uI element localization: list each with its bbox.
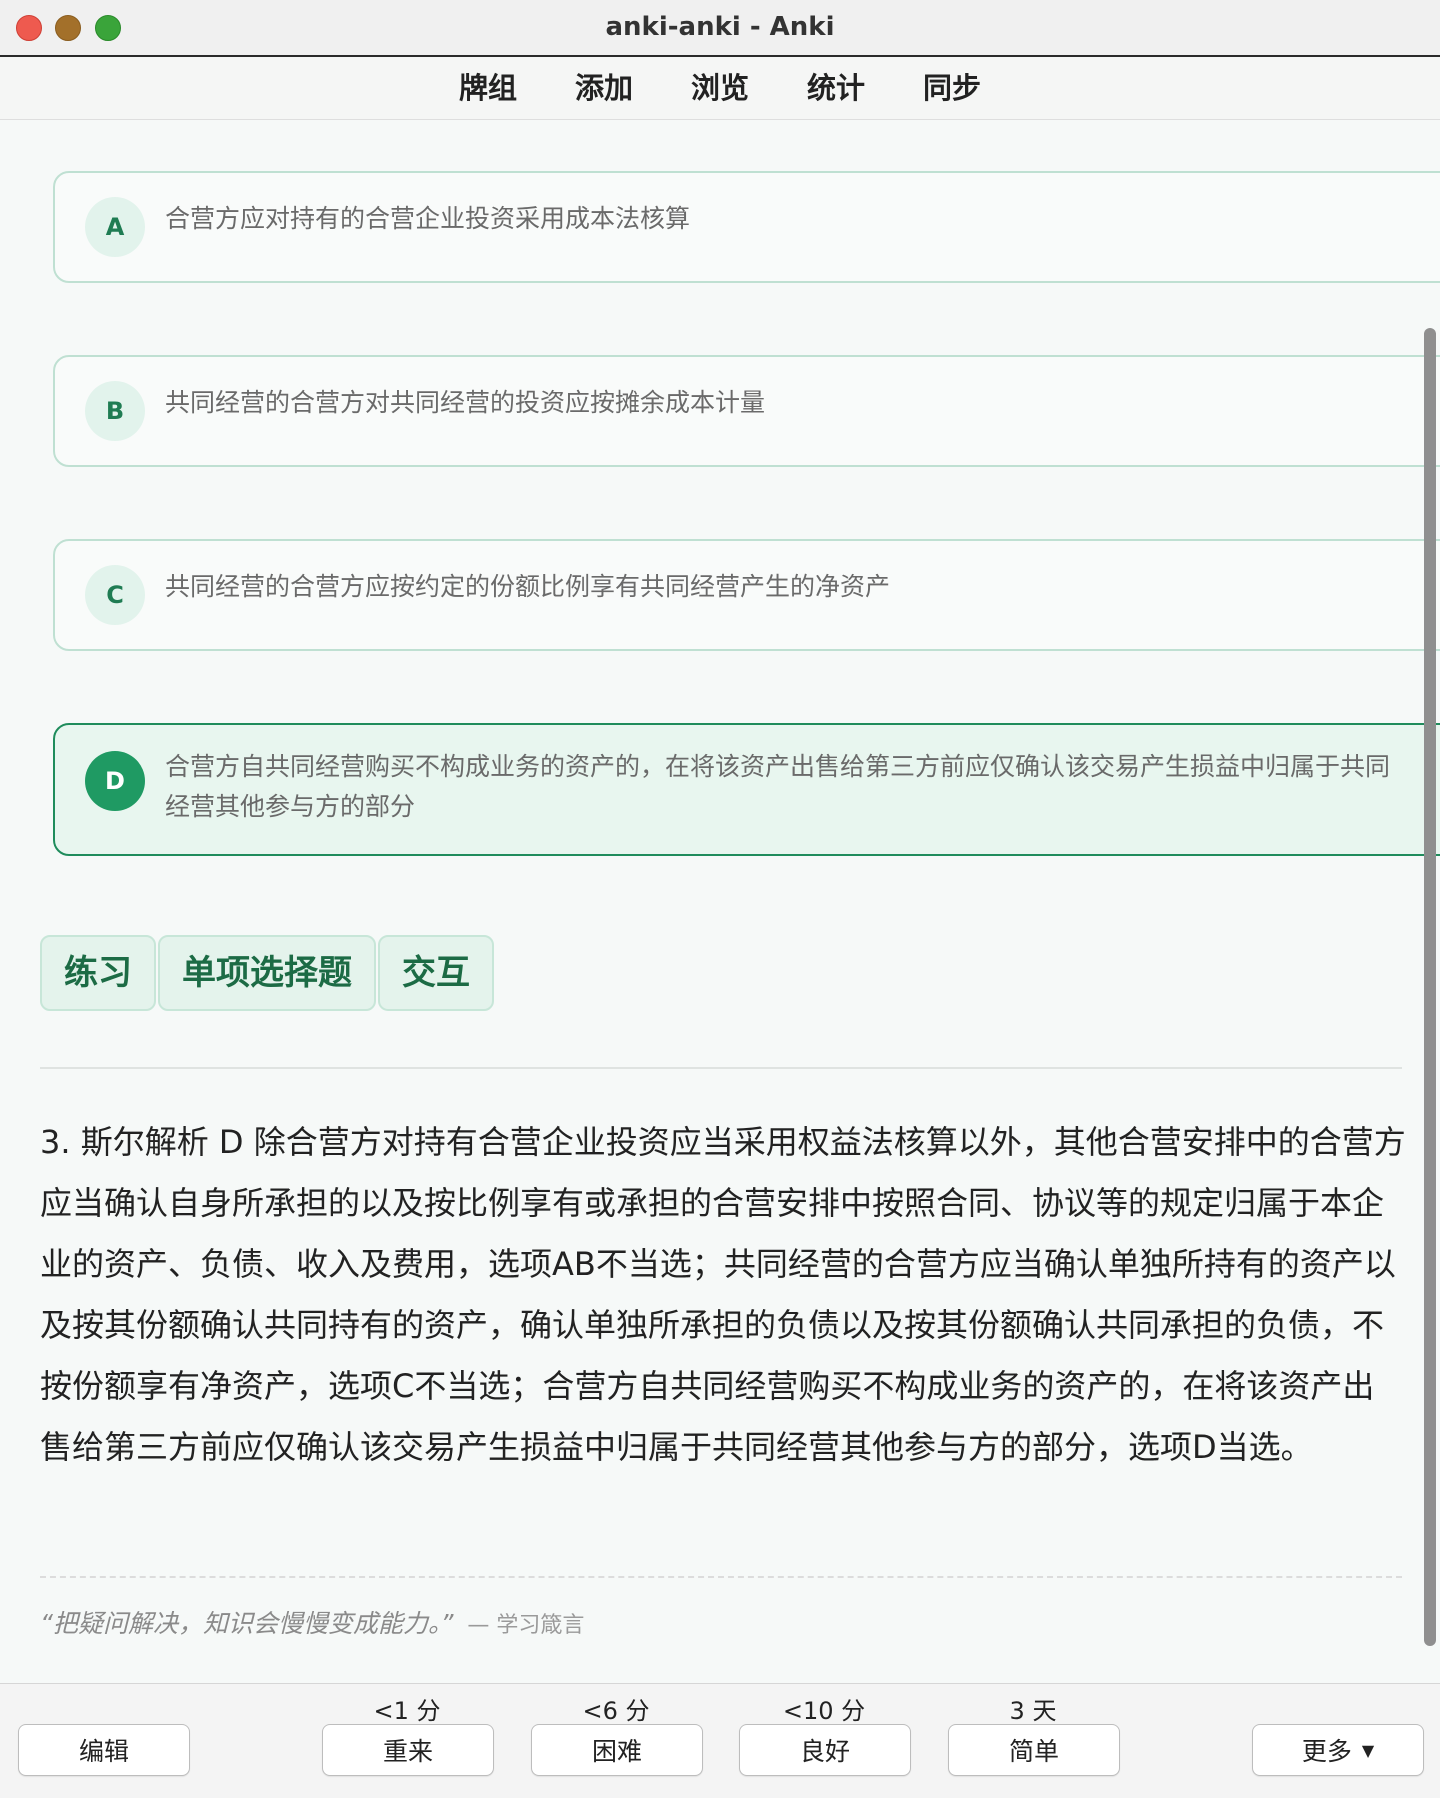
tag-single-choice[interactable]: 单项选择题 [158,935,376,1011]
option-a[interactable]: A 合营方应对持有的合营企业投资采用成本法核算 [53,171,1440,283]
good-button[interactable]: 良好 [739,1724,911,1776]
more-button[interactable]: 更多 ▼ [1252,1724,1424,1776]
top-nav: 牌组 添加 浏览 统计 同步 [0,57,1440,120]
option-text: 合营方应对持有的合营企业投资采用成本法核算 [165,204,691,233]
explanation-text: 3. 斯尔解析 D 除合营方对持有合营企业投资应当采用权益法核算以外，其他合营安… [40,1123,1406,1466]
tag-list: 练习 单项选择题 交互 [40,935,494,1011]
tag-practice[interactable]: 练习 [40,935,156,1011]
option-text: 共同经营的合营方应按约定的份额比例享有共同经营产生的净资产 [165,572,891,601]
good-interval: <10 分 [782,1697,866,1725]
nav-stats[interactable]: 统计 [778,57,894,119]
option-c[interactable]: C 共同经营的合营方应按约定的份额比例享有共同经营产生的净资产 [53,539,1440,651]
again-button[interactable]: 重来 [322,1724,494,1776]
review-bottom-bar: 编辑 <1 分 重来 <6 分 困难 <10 分 良好 3 天 简单 更多 ▼ [0,1683,1440,1798]
vertical-scrollbar[interactable] [1424,328,1436,1646]
hard-interval: <6 分 [582,1697,650,1725]
easy-button[interactable]: 简单 [948,1724,1120,1776]
option-letter: C [85,565,145,625]
dashed-divider [40,1576,1402,1578]
option-letter: B [85,381,145,441]
option-text: 合营方自共同经营购买不构成业务的资产的，在将该资产出售给第三方前应仅确认该交易产… [165,747,1440,827]
quote: “把疑问解决，知识会慢慢变成能力。” — 学习箴言 [40,1604,584,1640]
edit-button[interactable]: 编辑 [18,1724,190,1776]
divider [40,1067,1402,1069]
nav-add[interactable]: 添加 [546,57,662,119]
nav-sync[interactable]: 同步 [894,57,1010,119]
nav-browse[interactable]: 浏览 [662,57,778,119]
option-text: 共同经营的合营方对共同经营的投资应按摊余成本计量 [165,388,766,417]
option-letter: A [85,197,145,257]
hard-button[interactable]: 困难 [531,1724,703,1776]
option-b[interactable]: B 共同经营的合营方对共同经营的投资应按摊余成本计量 [53,355,1440,467]
title-bar: anki-anki - Anki [0,0,1440,57]
option-text-line1: 合营方自共同经营购买不构成业务的资产的，在将该资产出售给第三方前应仅确认该交易产… [165,752,1391,781]
option-text-line2: 经营其他参与方的部分 [165,792,416,821]
quote-text: “把疑问解决，知识会慢慢变成能力。” [40,1609,454,1638]
anki-window: anki-anki - Anki 牌组 添加 浏览 统计 同步 A 合营方应对持… [0,0,1440,1798]
option-d-correct[interactable]: D 合营方自共同经营购买不构成业务的资产的，在将该资产出售给第三方前应仅确认该交… [53,723,1440,856]
window-title: anki-anki - Anki [605,12,835,42]
quote-source: — 学习箴言 [467,1613,585,1638]
more-label: 更多 [1301,1737,1352,1766]
nav-decks[interactable]: 牌组 [430,57,546,119]
option-letter: D [85,751,145,811]
easy-interval: 3 天 [1009,1697,1057,1725]
tag-interactive[interactable]: 交互 [378,935,494,1011]
again-interval: <1 分 [373,1697,441,1725]
chevron-down-icon: ▼ [1361,1740,1375,1760]
